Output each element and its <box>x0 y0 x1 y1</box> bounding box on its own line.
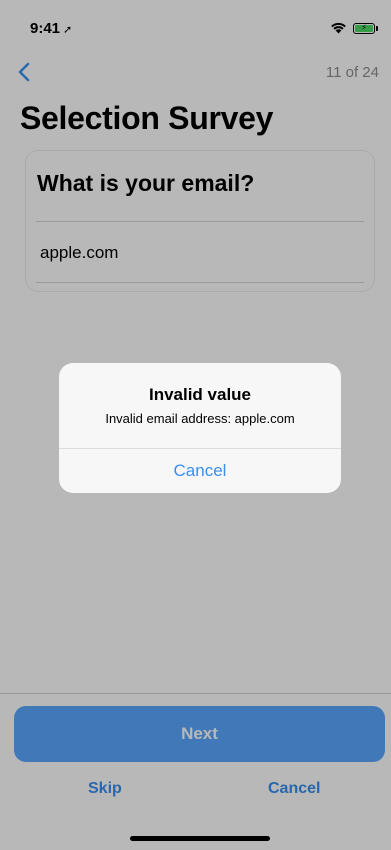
survey-screen: 9:41 ➚ ⚡ 11 of 24 Selection Survey What i… <box>0 0 391 850</box>
invalid-value-alert: Invalid value Invalid email address: app… <box>59 363 341 493</box>
alert-title: Invalid value <box>148 385 252 404</box>
alert-message: Invalid email address: apple.com <box>105 411 295 426</box>
alert-cancel-button[interactable]: Cancel <box>59 449 341 493</box>
